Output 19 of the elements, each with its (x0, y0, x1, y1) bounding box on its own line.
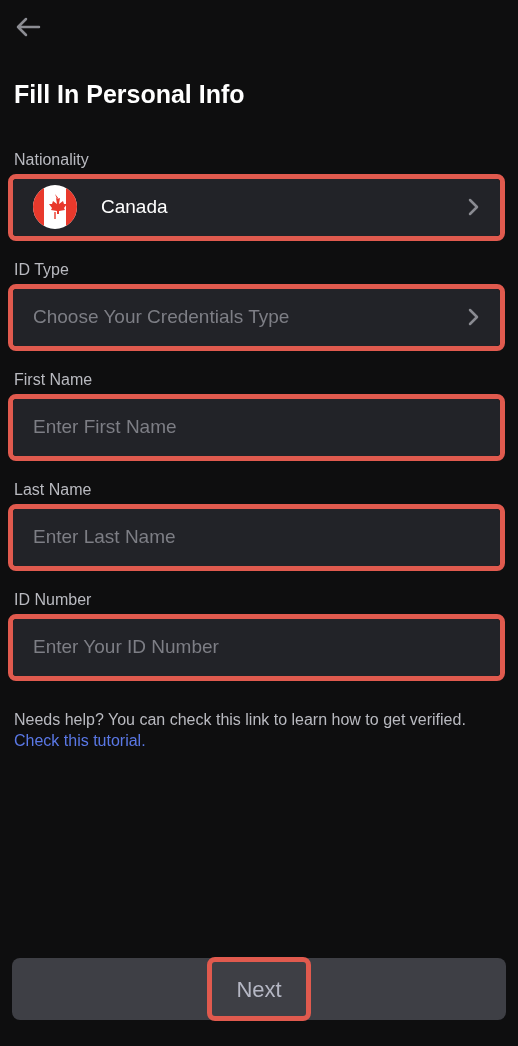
input-field[interactable]: Enter First Name (13, 398, 500, 456)
field-label: ID Type (14, 259, 70, 280)
input-field[interactable]: Enter Your ID Number (13, 618, 500, 676)
field-label: Last Name (14, 479, 93, 500)
select-placeholder: Choose Your Credentials Type (33, 304, 291, 329)
chevron-right-icon (468, 308, 480, 326)
page-title: Fill In Personal Info (14, 79, 246, 110)
back-arrow-icon[interactable] (14, 16, 42, 38)
help-text: Needs help? You can check this link to learn how to get verified. Check this tutorial. (14, 709, 467, 751)
select-field[interactable]: Choose Your Credentials Type (13, 288, 500, 346)
tutorial-link[interactable]: Check this tutorial. (14, 731, 146, 749)
field-label: First Name (14, 369, 94, 390)
field-label: ID Number (14, 589, 93, 610)
input-field[interactable]: Enter Last Name (13, 508, 500, 566)
select-field[interactable]: Canada (13, 178, 500, 236)
select-value: Canada (101, 194, 169, 219)
field-label: Nationality (14, 149, 90, 170)
next-button[interactable]: Next (212, 962, 306, 1016)
chevron-right-icon (468, 198, 480, 216)
